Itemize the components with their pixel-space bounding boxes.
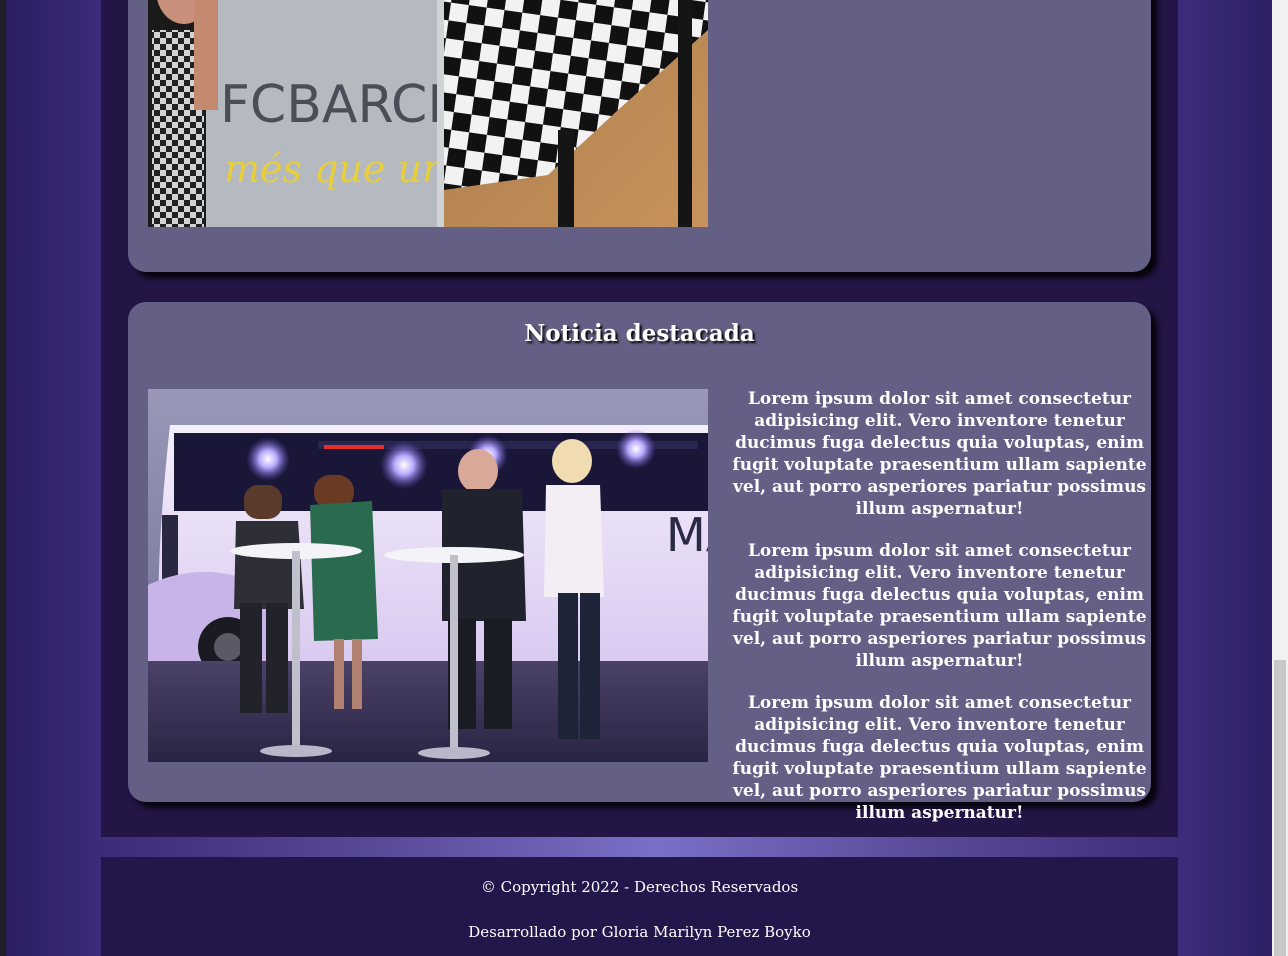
window-left-edge — [0, 0, 6, 956]
footer-copyright: © Copyright 2022 - Derechos Reservados — [480, 878, 799, 896]
page-footer: © Copyright 2022 - Derechos Reservados D… — [101, 857, 1178, 956]
scrollbar-thumb[interactable] — [1274, 660, 1286, 956]
featured-news-body: Lorem ipsum dolor sit amet consectetur a… — [728, 388, 1151, 844]
barcelona-event-photo: FCBARCE més que un — [148, 0, 708, 227]
news-paragraph: Lorem ipsum dolor sit amet consectetur a… — [732, 693, 1147, 823]
slogan-text: més que un — [224, 147, 446, 191]
bus-lettering: MA — [666, 508, 708, 562]
bus-signing-photo: MA — [148, 389, 708, 762]
featured-news-title: Noticia destacada — [524, 320, 755, 347]
sign-text: FCBARCE — [220, 75, 460, 135]
news-paragraph: Lorem ipsum dolor sit amet consectetur a… — [732, 389, 1147, 519]
previous-news-card: FCBARCE més que un — [128, 0, 1151, 272]
vertical-scrollbar[interactable] — [1272, 0, 1288, 956]
news-paragraph: Lorem ipsum dolor sit amet consectetur a… — [732, 541, 1147, 671]
footer-credit: Desarrollado por Gloria Marilyn Perez Bo… — [468, 923, 811, 941]
featured-news-card: Noticia destacada M Lorem ipsum dolor si… — [128, 302, 1151, 823]
